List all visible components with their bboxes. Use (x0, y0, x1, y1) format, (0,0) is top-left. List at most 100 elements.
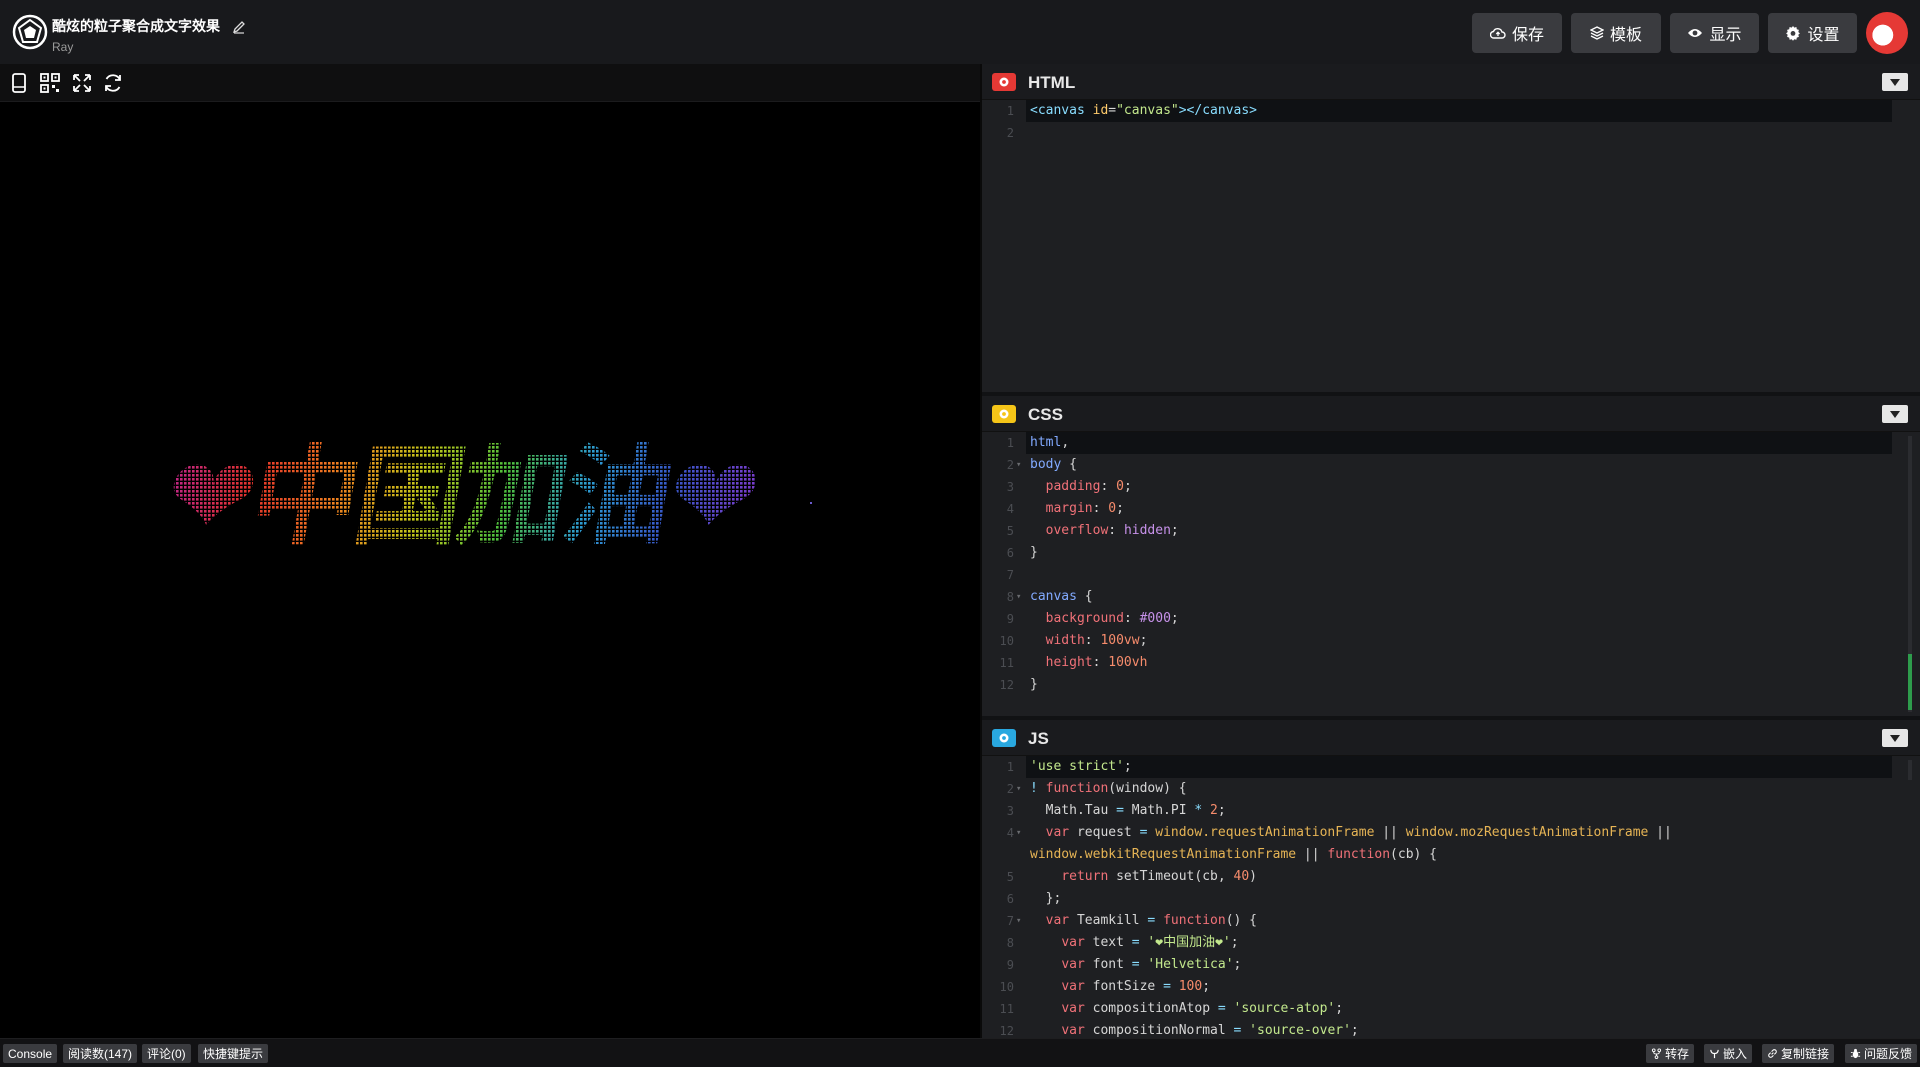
author-name[interactable]: Ray (52, 40, 246, 54)
comments-button[interactable]: 评论(0) (142, 1044, 191, 1063)
code-token: #000 (1139, 611, 1171, 626)
qrcode-icon[interactable] (39, 72, 61, 94)
line-number: 4 (1006, 826, 1014, 840)
code-token: function (1045, 781, 1109, 796)
code-token: (window) { (1108, 781, 1187, 796)
code-token: 100vh (1108, 655, 1148, 670)
code-token: = (1163, 979, 1171, 994)
css-scroll-thumb[interactable] (1908, 654, 1912, 710)
js-badge[interactable] (992, 729, 1016, 747)
code-line[interactable]: 10 width: 100vw; (982, 630, 1920, 652)
code-token: 'source-over' (1249, 1023, 1351, 1038)
code-text: var text = '❤中国加油❤'; (1026, 932, 1892, 954)
code-line[interactable]: 11 height: 100vh (982, 652, 1920, 674)
code-text: var font = 'Helvetica'; (1026, 954, 1892, 976)
console-button[interactable]: Console (3, 1044, 58, 1063)
code-text: return setTimeout(cb, 40) (1026, 866, 1892, 888)
code-token: 0 (1108, 501, 1117, 516)
code-line[interactable]: 4 margin: 0; (982, 498, 1920, 520)
code-line[interactable]: 2 ▾ body { (982, 454, 1920, 476)
code-line[interactable]: window.webkitRequestAnimationFrame || fu… (982, 844, 1920, 866)
display-button[interactable]: 显示 (1670, 13, 1759, 53)
code-text: } (1026, 674, 1892, 696)
refresh-icon[interactable] (102, 72, 124, 94)
code-line[interactable]: 8 var text = '❤中国加油❤'; (982, 932, 1920, 954)
code-token: , (1061, 435, 1070, 450)
shortcut-tips-button[interactable]: 快捷键提示 (198, 1044, 269, 1063)
html-collapse-button[interactable] (1882, 73, 1908, 91)
save-button[interactable]: 保存 (1472, 13, 1562, 53)
code-line[interactable]: 10 var fontSize = 100; (982, 976, 1920, 998)
js-panel-title: JS (1028, 729, 1049, 748)
code-line[interactable]: 4 ▾ var request = window.requestAnimation… (982, 822, 1920, 844)
js-panel-header: JS (982, 720, 1920, 756)
code-line[interactable]: 11 var compositionAtop = 'source-atop'; (982, 998, 1920, 1020)
code-token: canvas (1030, 589, 1077, 604)
fullscreen-icon[interactable] (71, 72, 93, 94)
code-token: 'source-atop' (1233, 1001, 1336, 1016)
css-panel-title: CSS (1028, 405, 1063, 424)
code-token: text (1084, 935, 1132, 950)
code-line[interactable]: 6 }; (982, 888, 1920, 910)
code-token: () { (1225, 913, 1258, 928)
js-scrollbar[interactable] (1908, 760, 1912, 780)
html-code-editor[interactable]: 1 <canvas id="canvas"></canvas> 2 (982, 100, 1920, 144)
fold-toggle-icon[interactable]: ▾ (1016, 586, 1021, 608)
code-line[interactable]: 7 ▾ var Teamkill = function() { (982, 910, 1920, 932)
code-line[interactable]: 3 Math.Tau = Math.PI * 2; (982, 800, 1920, 822)
fold-toggle-icon[interactable]: ▾ (1016, 822, 1021, 844)
mobile-icon[interactable] (8, 72, 30, 94)
line-number: 6 (1006, 546, 1014, 560)
css-collapse-button[interactable] (1882, 405, 1908, 423)
bug-icon (1850, 1048, 1861, 1059)
css-code-editor[interactable]: 1 html, 2 ▾ body {3 padding: 0; 4 margin: 0; 5… (982, 432, 1920, 696)
code-line[interactable]: 3 padding: 0; (982, 476, 1920, 498)
css-badge[interactable] (992, 405, 1016, 423)
copy-link-button[interactable]: 复制链接 (1762, 1044, 1835, 1063)
avatar[interactable] (1866, 12, 1908, 54)
gear-icon (999, 409, 1009, 419)
fork-button[interactable]: 转存 (1646, 1044, 1695, 1063)
fold-toggle-icon[interactable]: ▾ (1016, 778, 1021, 800)
js-collapse-button[interactable] (1882, 729, 1908, 747)
settings-button[interactable]: 设置 (1768, 13, 1857, 53)
read-count-button[interactable]: 阅读数(147) (63, 1044, 138, 1063)
code-line[interactable]: 2 ▾! function(window) { (982, 778, 1920, 800)
template-button[interactable]: 模板 (1571, 13, 1661, 53)
edit-icon[interactable] (232, 20, 246, 34)
code-line[interactable]: 12 var compositionNormal = 'source-over'… (982, 1020, 1920, 1038)
code-line[interactable]: 1 <canvas id="canvas"></canvas> (982, 100, 1920, 122)
fold-toggle-icon[interactable]: ▾ (1016, 910, 1021, 932)
code-line[interactable]: 5 return setTimeout(cb, 40) (982, 866, 1920, 888)
code-text: padding: 0; (1026, 476, 1892, 498)
code-line[interactable]: 7 (982, 564, 1920, 586)
code-line[interactable]: 6} (982, 542, 1920, 564)
line-number: 12 (999, 678, 1014, 692)
code-token: : (1100, 479, 1117, 494)
code-token: Teamkill (1069, 913, 1148, 928)
code-line[interactable]: 9 background: #000; (982, 608, 1920, 630)
code-line[interactable]: 1 'use strict'; (982, 756, 1920, 778)
code-token: id (1092, 103, 1109, 118)
fold-toggle-icon[interactable]: ▾ (1016, 454, 1021, 476)
code-token: setTimeout(cb, (1108, 869, 1234, 884)
code-line[interactable]: 1 html, (982, 432, 1920, 454)
feedback-button[interactable]: 问题反馈 (1845, 1044, 1918, 1063)
embed-button[interactable]: 嵌入 (1704, 1044, 1753, 1063)
code-line[interactable]: 12} (982, 674, 1920, 696)
code-line[interactable]: 8 ▾ canvas { (982, 586, 1920, 608)
code-line[interactable]: 2 (982, 122, 1920, 144)
code-text: var fontSize = 100; (1026, 976, 1892, 998)
js-panel: JS 1'use strict'; 2 ▾! function(window) {3… (982, 720, 1920, 1038)
code-token: var (1061, 1023, 1085, 1038)
fork-label: 转存 (1665, 1047, 1690, 1061)
code-line[interactable]: 9 var font = 'Helvetica'; (982, 954, 1920, 976)
js-code-editor[interactable]: 1'use strict'; 2 ▾! function(window) {3 Ma… (982, 756, 1920, 1038)
logo-icon[interactable] (12, 14, 48, 50)
preview-canvas[interactable]: ❤中国加油❤ (0, 102, 980, 1038)
code-token: compositionAtop (1084, 1001, 1218, 1016)
code-line[interactable]: 5 overflow: hidden; (982, 520, 1920, 542)
html-badge[interactable] (992, 73, 1016, 91)
